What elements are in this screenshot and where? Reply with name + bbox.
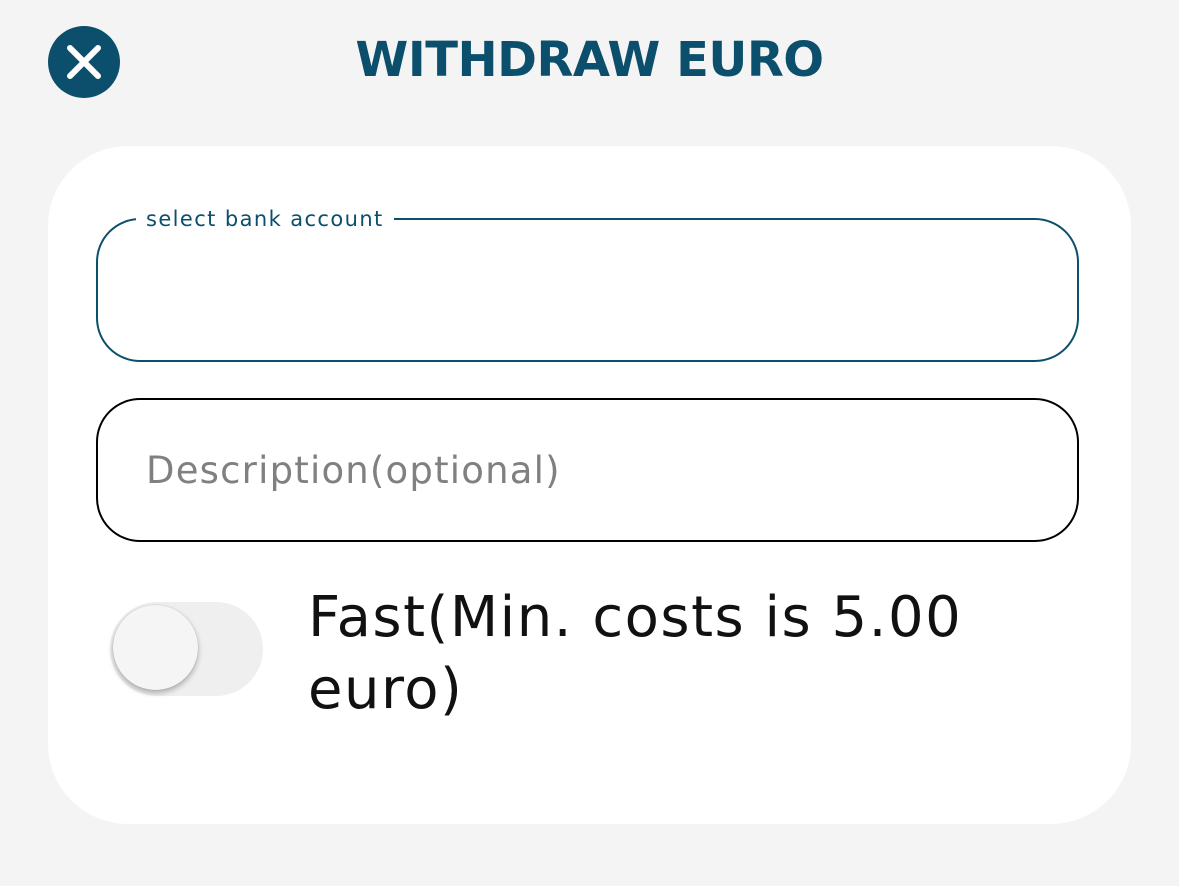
fast-toggle-label: Fast(Min. costs is 5.00 euro)	[308, 585, 963, 722]
description-input[interactable]	[146, 400, 1026, 540]
toggle-knob	[113, 605, 198, 690]
bank-account-label: select bank account	[136, 206, 394, 232]
page-title: WITHDRAW EURO	[355, 32, 824, 88]
description-field	[96, 398, 1079, 542]
fast-toggle[interactable]	[110, 602, 263, 696]
withdraw-form-card: select bank account Fast(Min. costs is 5…	[48, 146, 1131, 824]
bank-account-select[interactable]: select bank account	[96, 206, 1079, 362]
